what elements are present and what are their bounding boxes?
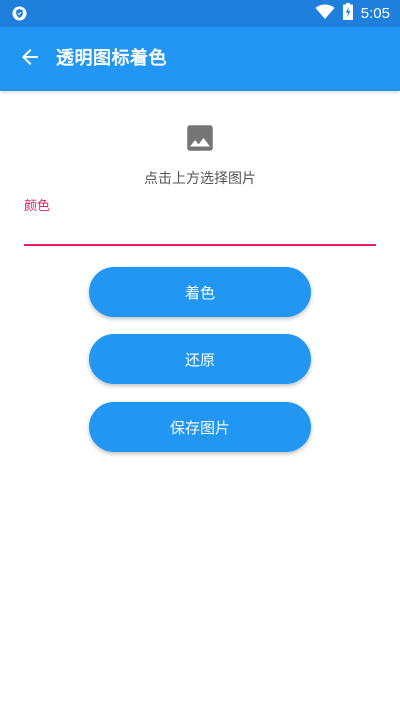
image-picker-hint: 点击上方选择图片 [144, 171, 256, 187]
status-time: 5:05 [360, 5, 390, 22]
color-field-label: 颜色 [24, 199, 51, 214]
battery-charging-icon [342, 3, 353, 24]
shield-icon [12, 6, 27, 21]
save-image-button[interactable]: 保存图片 [89, 402, 311, 452]
page-title: 透明图标着色 [56, 48, 167, 69]
image-icon [183, 121, 217, 159]
app-bar: 透明图标着色 [0, 27, 400, 91]
back-button[interactable] [6, 35, 54, 83]
status-bar: 5:05 [0, 0, 400, 27]
restore-button[interactable]: 还原 [89, 334, 311, 384]
wifi-icon [315, 3, 335, 24]
color-input[interactable] [24, 216, 376, 246]
apply-color-button[interactable]: 着色 [89, 267, 311, 317]
image-picker[interactable] [150, 115, 250, 165]
arrow-back-icon [18, 45, 42, 73]
